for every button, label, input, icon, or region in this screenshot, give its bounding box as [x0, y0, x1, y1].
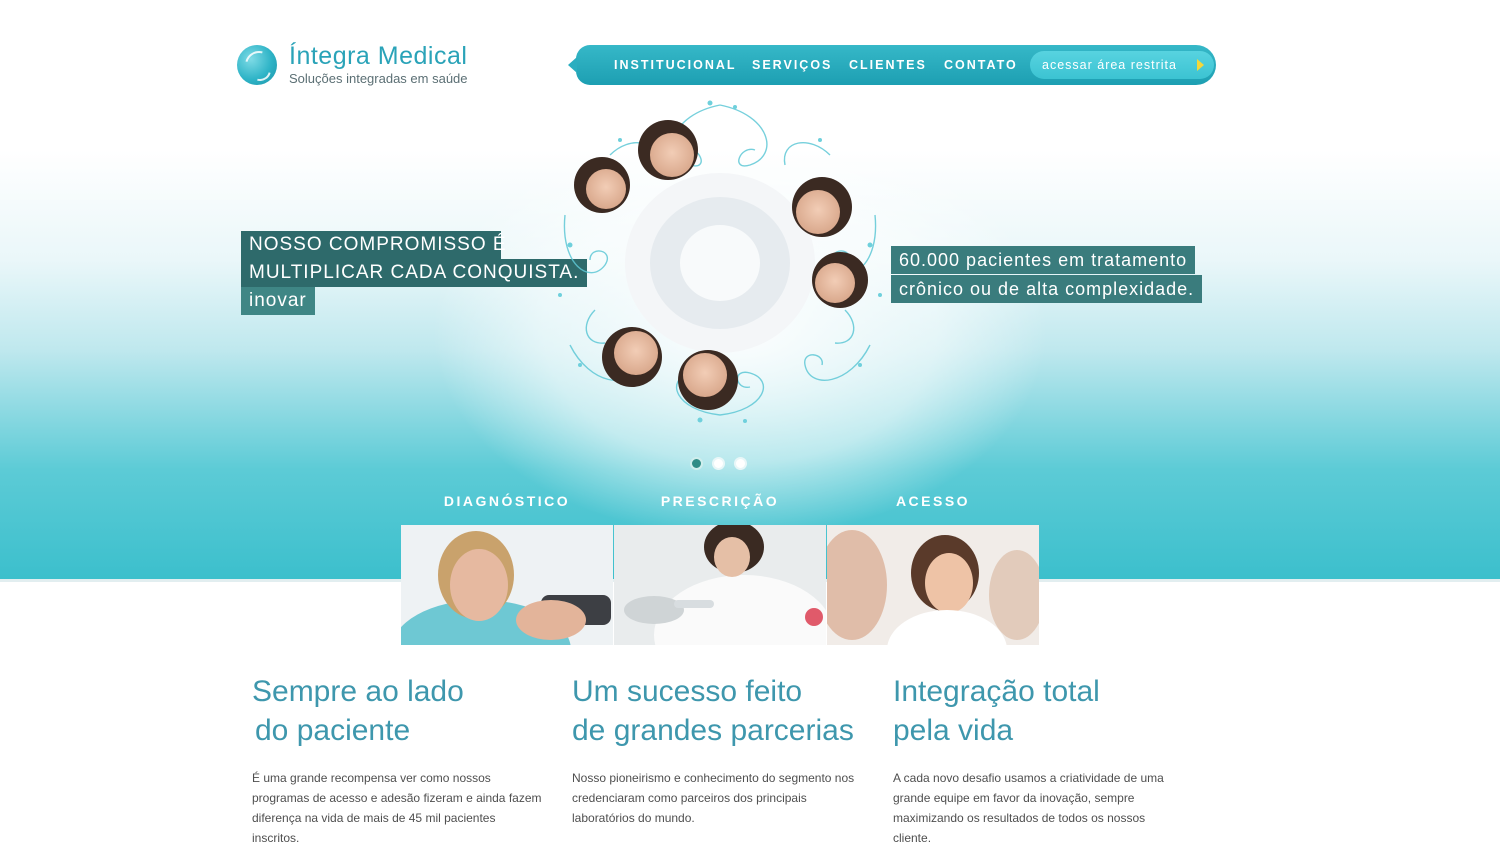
column-integracao-title-line1: Integração total	[893, 675, 1100, 708]
pillar-prescricao-photo[interactable]	[614, 525, 826, 645]
logo-icon	[237, 44, 277, 85]
column-paciente-title-line2: do paciente	[255, 714, 411, 747]
column-parcerias: Um sucesso feito de grandes parcerias No…	[572, 672, 872, 828]
nav-servicos[interactable]: SERVIÇOS	[752, 58, 832, 72]
pillar-prescricao-title[interactable]: PRESCRIÇÃO	[614, 493, 826, 509]
pillar-diagnostico-photo[interactable]	[401, 525, 613, 645]
logo-title: Íntegra Medical	[289, 42, 468, 70]
nav-contato[interactable]: CONTATO	[944, 58, 1018, 72]
slider-dot-3[interactable]	[734, 457, 747, 470]
hero-caption-line1: NOSSO COMPROMISSO É	[241, 231, 506, 259]
slider-dot-1[interactable]	[690, 457, 703, 470]
column-parcerias-title: Um sucesso feito de grandes parcerias	[572, 672, 872, 750]
pillar-diagnostico-title[interactable]: DIAGNÓSTICO	[401, 493, 613, 509]
hero-caption-line2: MULTIPLICAR CADA CONQUISTA.	[241, 259, 588, 287]
hero-stat-line1: 60.000 pacientes em tratamento	[891, 246, 1196, 274]
hero-stat-line2: crônico ou de alta complexidade.	[891, 275, 1203, 303]
main-nav: INSTITUCIONAL SERVIÇOS CLIENTES CONTATO …	[568, 45, 1216, 85]
slider-dot-2[interactable]	[712, 457, 725, 470]
column-parcerias-title-line1: Um sucesso feito	[572, 675, 803, 708]
column-paciente-title: Sempre ao lado do paciente	[252, 672, 552, 750]
nav-institucional[interactable]: INSTITUCIONAL	[614, 58, 737, 72]
hero-caption-line3: inovar	[241, 287, 315, 315]
column-parcerias-text: Nosso pioneirismo e conhecimento do segm…	[572, 771, 855, 825]
nav-clientes[interactable]: CLIENTES	[849, 58, 927, 72]
column-paciente-title-line1: Sempre ao lado	[252, 675, 464, 708]
pillar-acesso-photo[interactable]	[827, 525, 1039, 645]
logo[interactable]: Íntegra Medical Soluções integradas em s…	[237, 44, 468, 85]
column-paciente: Sempre ao lado do paciente É uma grande …	[252, 672, 552, 848]
column-paciente-text: É uma grande recompensa ver como nossos …	[252, 771, 542, 845]
pillar-acesso-title[interactable]: ACESSO	[827, 493, 1039, 509]
column-parcerias-title-line2: de grandes parcerias	[572, 714, 854, 747]
hero-illustration	[550, 95, 890, 430]
restricted-area-label: acessar área restrita	[1042, 58, 1177, 72]
arrow-right-icon	[1197, 59, 1204, 71]
restricted-area-button[interactable]: acessar área restrita	[1030, 51, 1214, 79]
column-integracao: Integração total pela vida A cada novo d…	[893, 672, 1193, 848]
column-integracao-text: A cada novo desafio usamos a criatividad…	[893, 771, 1164, 845]
slider-dots	[690, 457, 747, 470]
logo-subtitle: Soluções integradas em saúde	[289, 71, 468, 86]
column-integracao-title: Integração total pela vida	[893, 672, 1193, 750]
column-integracao-title-line2: pela vida	[893, 714, 1014, 747]
